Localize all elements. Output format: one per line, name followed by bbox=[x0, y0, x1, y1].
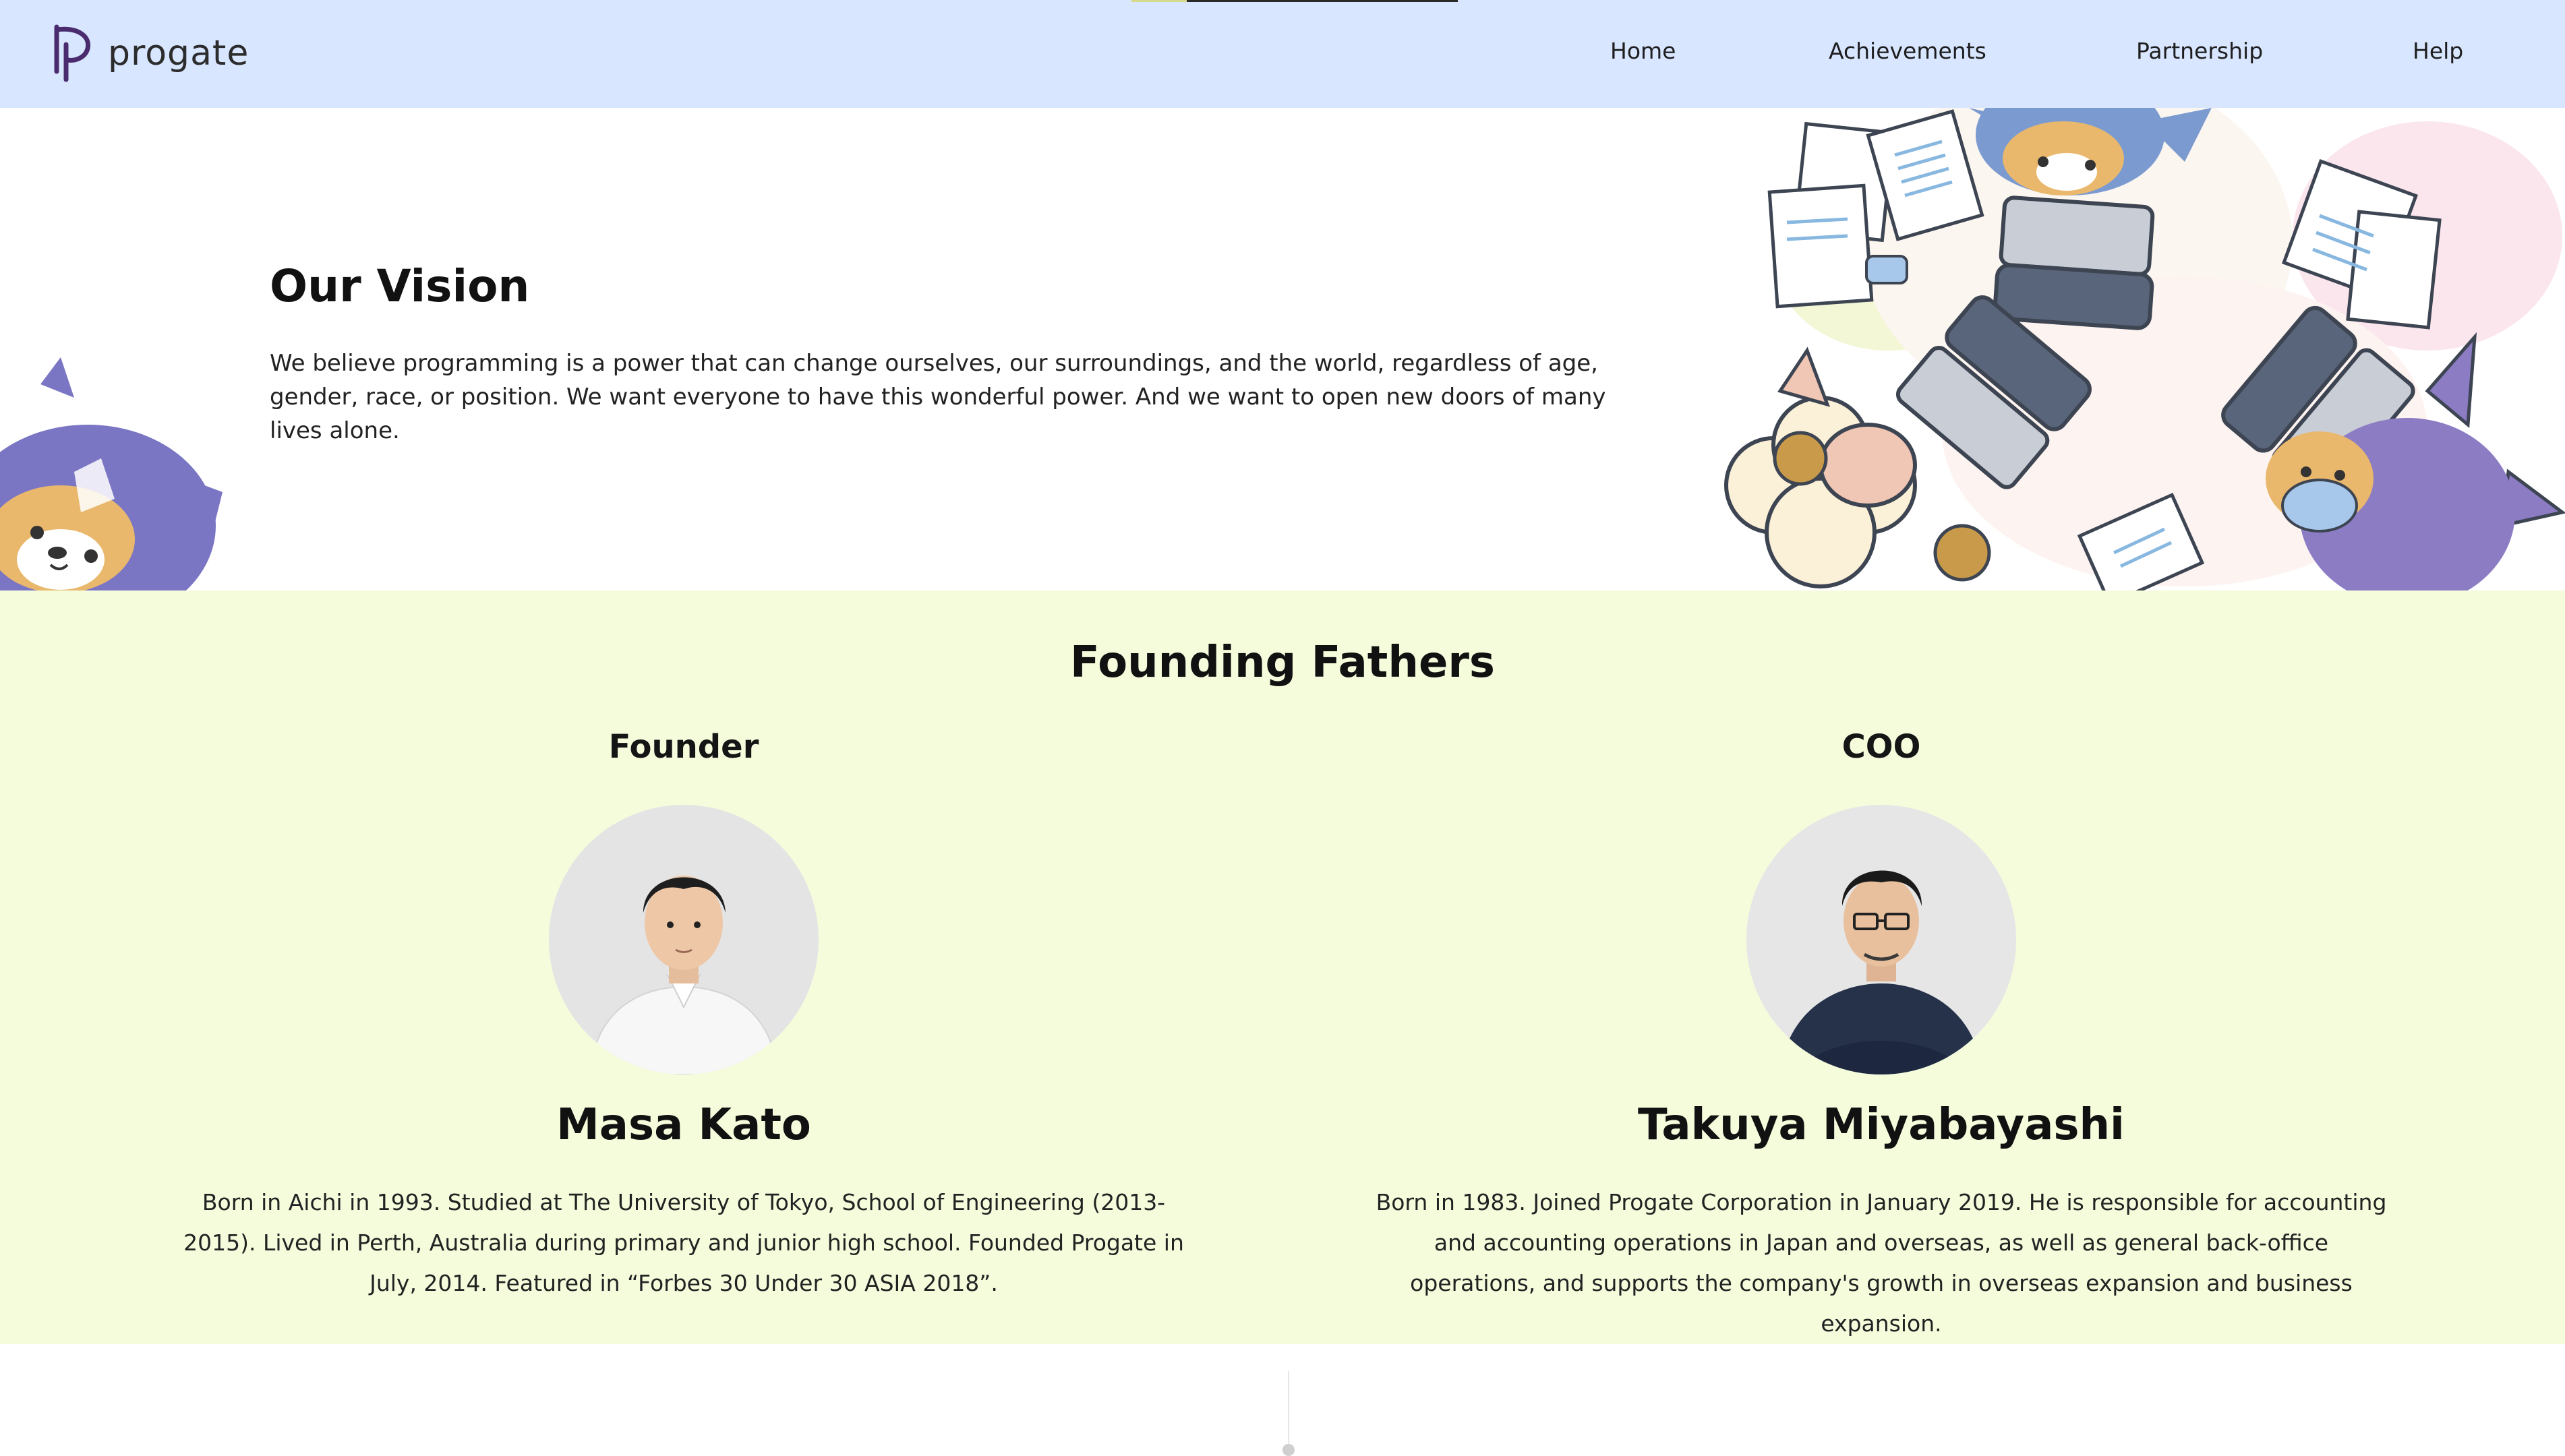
founder-name: Masa Kato bbox=[556, 1100, 811, 1150]
coo-photo bbox=[1746, 805, 2016, 1074]
person-portrait-icon bbox=[549, 805, 819, 1074]
founder-role: Founder bbox=[608, 728, 759, 766]
vision-title: Our Vision bbox=[270, 260, 530, 312]
coo-name: Takuya Miyabayashi bbox=[1638, 1100, 2125, 1150]
ninja-dog-mascot bbox=[0, 357, 223, 590]
founder-bio: Born in Aichi in 1993. Studied at The Un… bbox=[183, 1189, 1184, 1296]
nav-home[interactable]: Home bbox=[1610, 38, 1676, 71]
coo-card: COO Takuya Miyabayashi Born in 1983. Joi… bbox=[1355, 590, 2407, 1344]
nav-achievements[interactable]: Achievements bbox=[1829, 38, 1986, 71]
coo-bio: Born in 1983. Joined Progate Corporation… bbox=[1376, 1189, 2387, 1337]
nav-partnership[interactable]: Partnership bbox=[2136, 38, 2263, 71]
scroll-progress-bar bbox=[1131, 0, 1458, 2]
team-coding-illustration bbox=[1724, 108, 2565, 590]
vision-section: Our Vision We believe programming is a p… bbox=[0, 108, 2565, 590]
next-section-area bbox=[0, 1344, 2565, 1456]
brand-name: progate bbox=[108, 33, 249, 73]
coo-role: COO bbox=[1841, 728, 1921, 766]
page: progate Home Achievements Partnership He… bbox=[0, 0, 2565, 1456]
nav-help[interactable]: Help bbox=[2413, 38, 2463, 71]
vision-body-text: We believe programming is a power that c… bbox=[270, 350, 1606, 444]
top-navigation-bar: progate Home Achievements Partnership He… bbox=[0, 0, 2565, 108]
scroll-indicator-line bbox=[1288, 1371, 1289, 1452]
founders-section: Founding Fathers Founder Masa Kato Born … bbox=[0, 590, 2565, 1344]
founder-photo bbox=[549, 805, 819, 1074]
scroll-progress-fill bbox=[1131, 0, 1187, 2]
brand-logo-link[interactable]: progate bbox=[51, 24, 249, 82]
scroll-indicator-dot bbox=[1282, 1444, 1295, 1456]
founder-card: Founder Masa Kato Born in Aichi in 1993.… bbox=[158, 590, 1210, 1344]
person-portrait-icon bbox=[1746, 805, 2016, 1074]
progate-logo-icon bbox=[54, 24, 91, 82]
